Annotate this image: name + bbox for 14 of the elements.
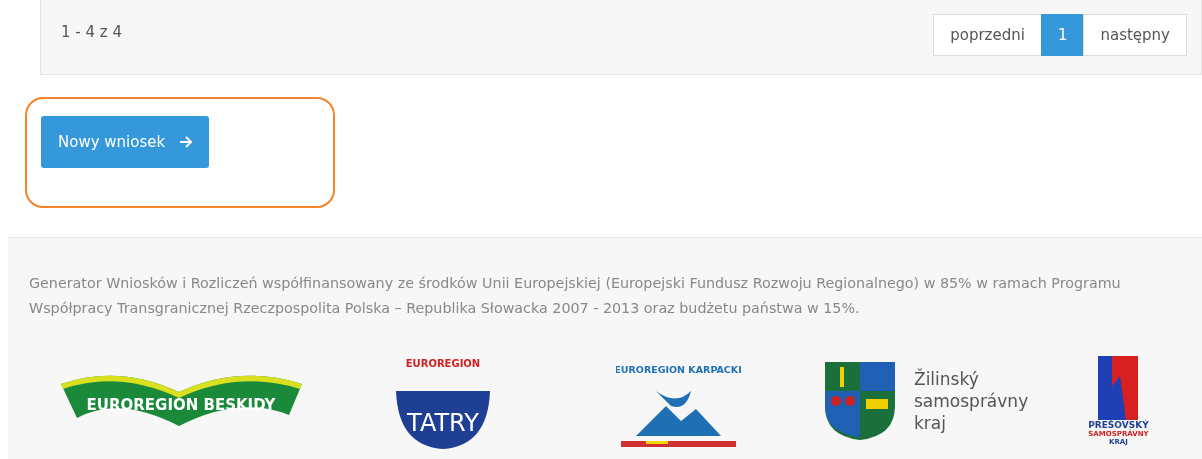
page-button[interactable]: następny [1083,14,1187,56]
logo-text: kraj [914,412,947,434]
logo-text: EUROREGION KARPACKI [616,364,741,375]
page-button[interactable]: poprzedni [933,14,1042,56]
logo-text: samosprávny [914,390,1029,412]
coat-of-arms-icon [824,361,896,441]
arrow-right-icon [179,135,194,149]
logo-text: Žilinský [914,368,980,390]
logo-text: PREŠOVSKÝ [1088,419,1149,430]
results-summary: 1 - 4 z 4 [61,23,122,41]
footer-text: Generator Wniosków i Rozliczeń współfinansowany ze środków Unii Europejskiej (Europejski Fundusz Rozwoju Regionalnego) w 85% w ramach Programu Współpracy Transgranicznej Rzeczpospolita Polska – Republika Słowacka 2007 - 2013 oraz budżetu państwa w 15%. [29,274,1122,318]
logo-text: TATRY [407,409,479,437]
logo-text: EUROREGION [405,358,481,369]
mountain-flag-icon [1098,355,1139,420]
